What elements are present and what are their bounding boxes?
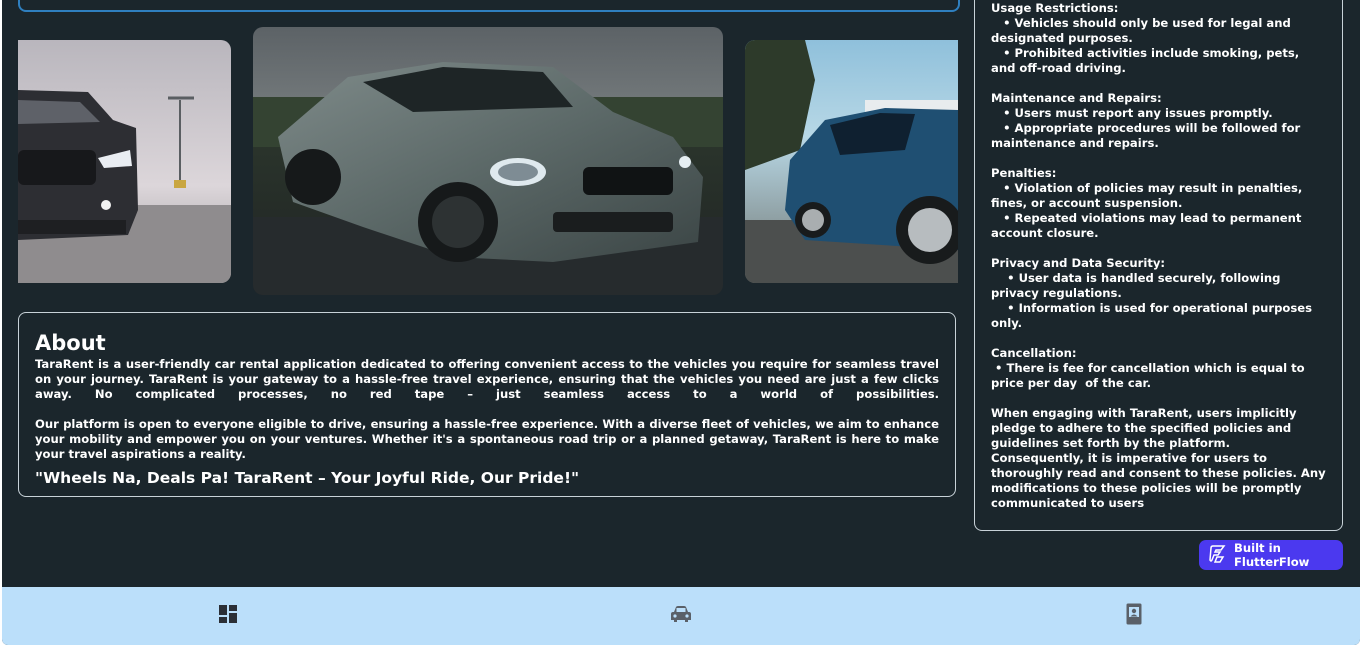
top-card-edge xyxy=(18,0,960,12)
policy-line: • Information is used for operational pu… xyxy=(991,301,1317,330)
about-paragraph-1: TaraRent is a user-friendly car rental a… xyxy=(35,357,939,401)
policy-line: • Appropriate procedures will be followe… xyxy=(991,121,1305,150)
dashboard-icon xyxy=(218,604,238,628)
flutterflow-logo-icon xyxy=(1208,544,1228,567)
car-icon xyxy=(670,605,692,627)
built-in-flutterflow-badge[interactable]: Built in FlutterFlow xyxy=(1199,540,1343,570)
nav-item-dashboard[interactable] xyxy=(2,587,455,645)
policy-line: When engaging with TaraRent, users impli… xyxy=(991,406,1330,510)
nav-item-contact[interactable] xyxy=(907,587,1360,645)
policy-line: Privacy and Data Security: xyxy=(991,256,1166,270)
policy-line: Usage Restrictions: xyxy=(991,1,1119,15)
policy-line: Cancellation: xyxy=(991,346,1077,360)
policy-line: • User data is handled securely, followi… xyxy=(991,271,1285,300)
bottom-navigation-bar xyxy=(2,587,1360,645)
policy-line: • Repeated violations may lead to perman… xyxy=(991,211,1306,240)
policy-spacer xyxy=(991,391,1326,406)
about-title: About xyxy=(35,331,106,355)
policy-line: • Prohibited activities include smoking,… xyxy=(991,46,1304,75)
policy-line: • Users must report any issues promptly. xyxy=(991,106,1273,120)
app-screen: About TaraRent is a user-friendly car re… xyxy=(2,0,1360,645)
about-tagline: "Wheels Na, Deals Pa! TaraRent – Your Jo… xyxy=(35,469,580,487)
carousel-image-vw[interactable] xyxy=(745,40,958,283)
carousel-image-bmw[interactable] xyxy=(253,27,723,295)
carousel-image-mustang[interactable] xyxy=(18,40,231,283)
about-paragraph-2: Our platform is open to everyone eligibl… xyxy=(35,417,939,461)
policy-line: Maintenance and Repairs: xyxy=(991,91,1162,105)
policy-line: • There is fee for cancellation which is… xyxy=(991,361,1309,390)
policy-spacer xyxy=(991,151,1326,166)
about-card: About TaraRent is a user-friendly car re… xyxy=(18,312,956,497)
policies-card: Usage Restrictions: • Vehicles should on… xyxy=(974,0,1343,531)
contact-card-icon xyxy=(1126,603,1142,629)
policy-line: • Violation of policies may result in pe… xyxy=(991,181,1307,210)
policy-spacer xyxy=(991,76,1326,91)
policy-spacer xyxy=(991,241,1326,256)
policy-line: Penalties: xyxy=(991,166,1057,180)
badge-label: Built in FlutterFlow xyxy=(1234,541,1310,569)
nav-item-cars[interactable] xyxy=(455,587,908,645)
policy-spacer xyxy=(991,331,1326,346)
policy-line: • Vehicles should only be used for legal… xyxy=(991,16,1295,45)
